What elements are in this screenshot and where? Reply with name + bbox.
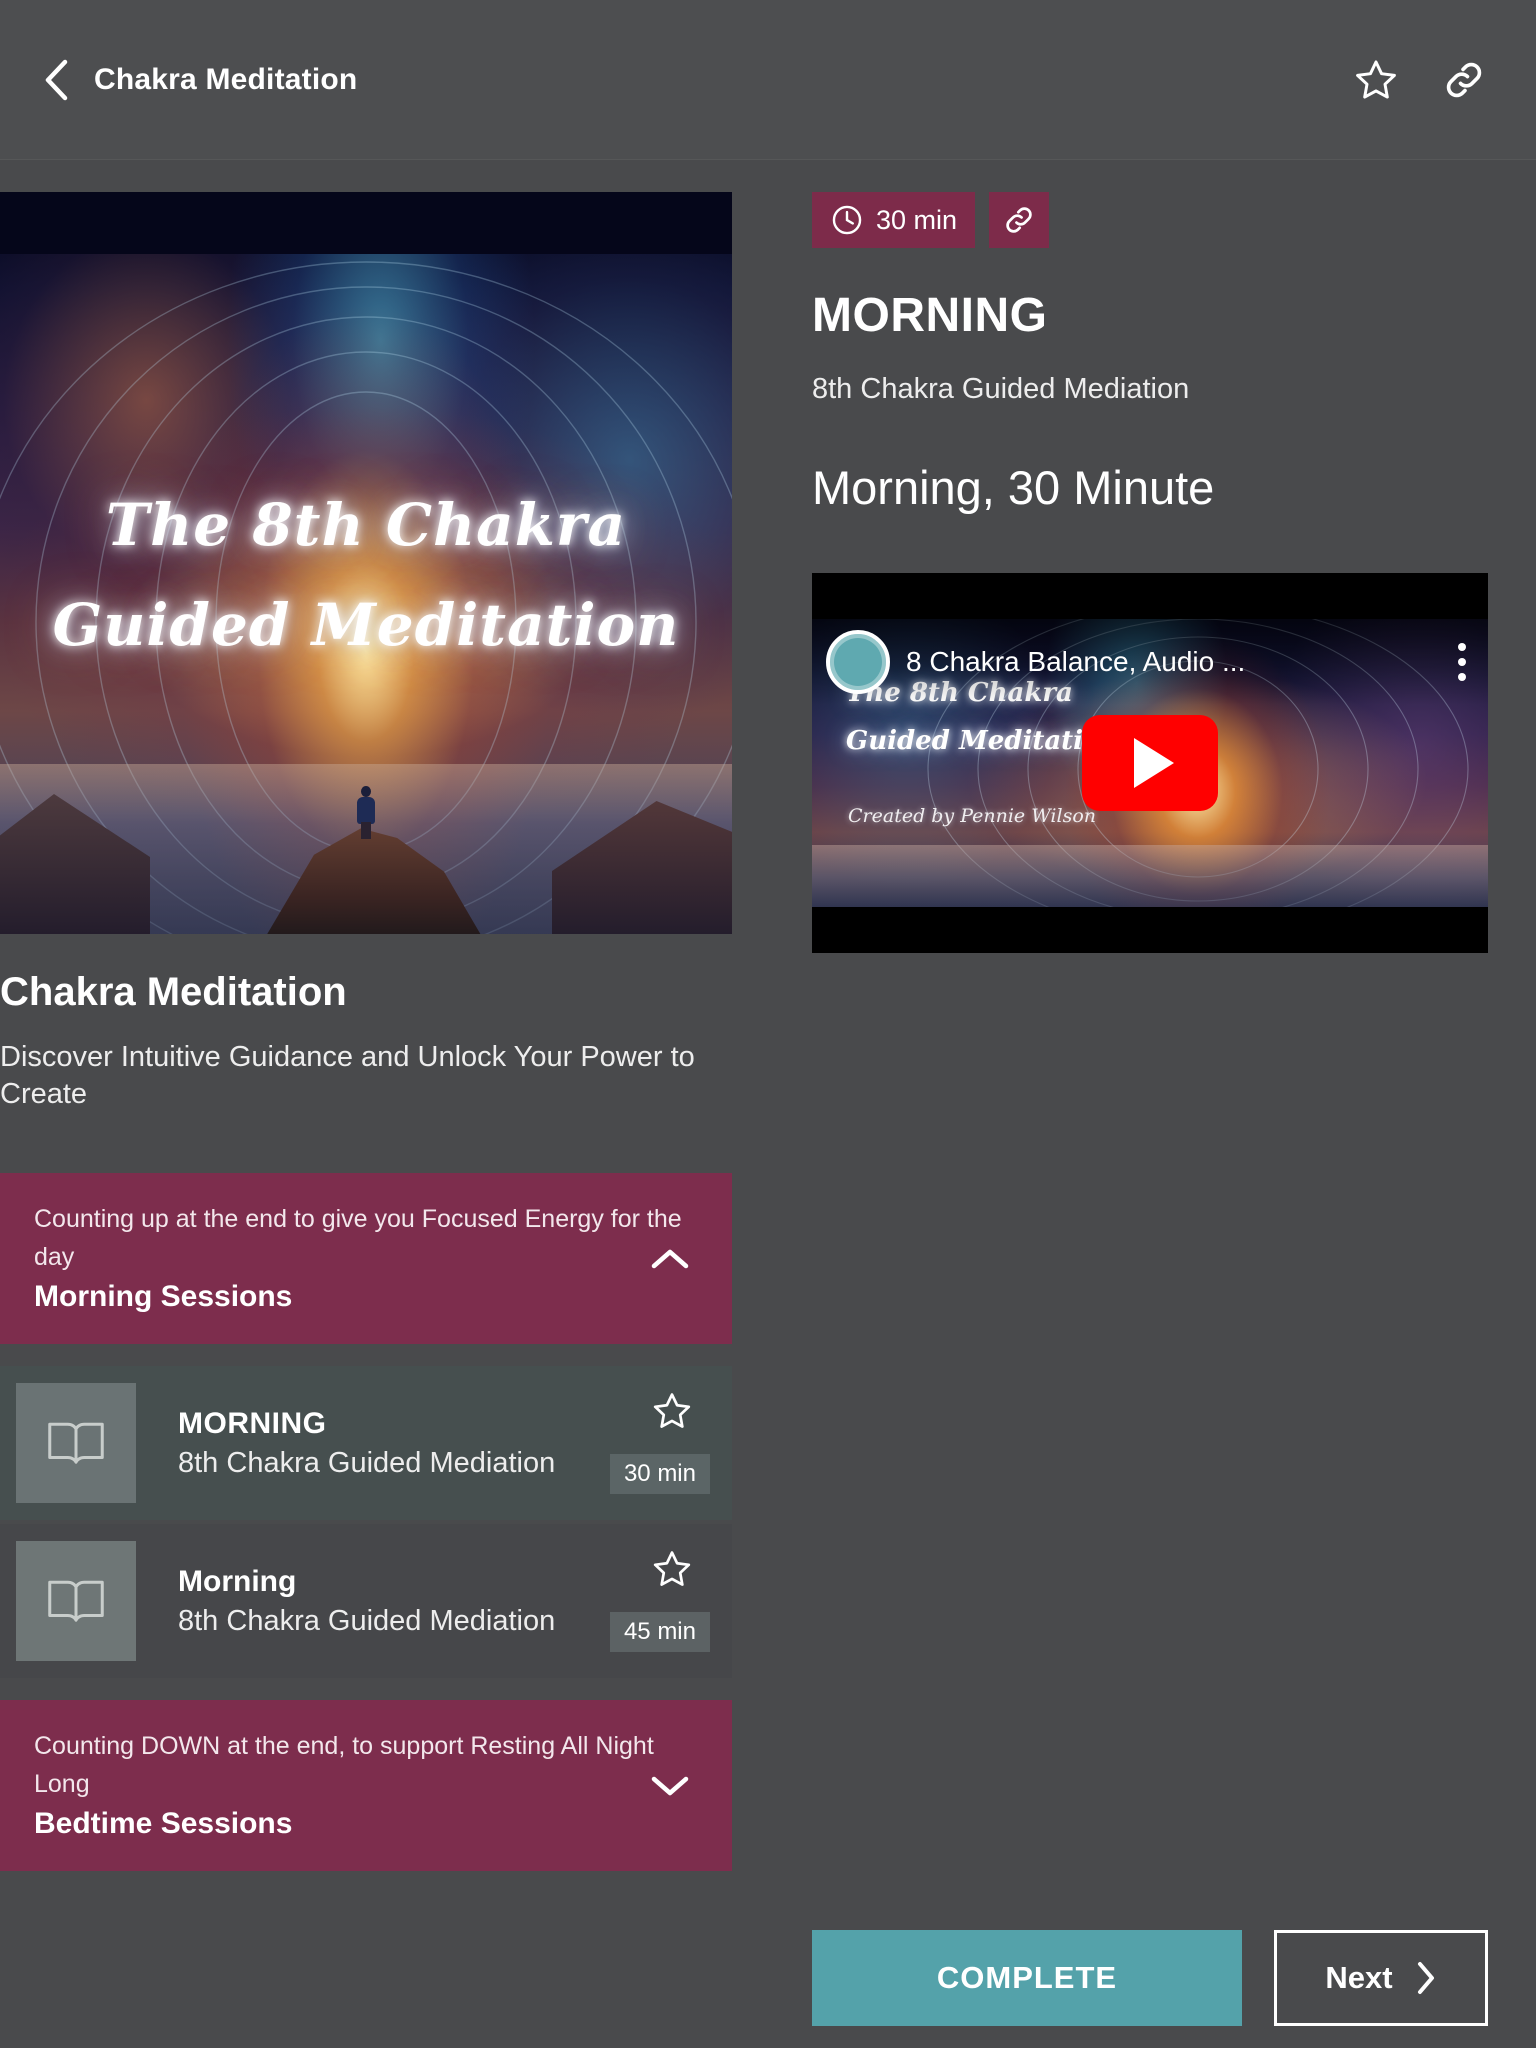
section-header-bedtime-sessions[interactable]: Counting DOWN at the end, to support Res… bbox=[0, 1700, 732, 1872]
session-duration-chip: 30 min bbox=[609, 1454, 710, 1495]
link-icon bbox=[1006, 207, 1032, 233]
youtube-embed[interactable]: The 8th Chakra Guided Meditation Created… bbox=[812, 573, 1488, 953]
back-button[interactable] bbox=[34, 58, 78, 102]
star-outline-icon bbox=[1356, 59, 1396, 99]
session-thumbnail bbox=[16, 1541, 136, 1662]
section-header-morning-sessions[interactable]: Counting up at the end to give you Focus… bbox=[0, 1173, 732, 1345]
youtube-play-button[interactable] bbox=[1082, 715, 1218, 811]
session-title: Morning bbox=[178, 1564, 297, 1598]
section-toggle-morning[interactable] bbox=[648, 1237, 692, 1281]
book-icon bbox=[48, 1422, 104, 1464]
channel-avatar-icon[interactable] bbox=[826, 630, 890, 694]
chevron-left-icon bbox=[45, 59, 68, 100]
left-column: The 8th Chakra Guided Meditation Chakra … bbox=[0, 192, 732, 1872]
session-text: MORNING 8th Chakra Guided Mediation bbox=[178, 1407, 555, 1480]
right-column: 30 min MORNING 8th Chakra Guided Mediati… bbox=[812, 192, 1500, 953]
clock-icon bbox=[832, 205, 862, 235]
duration-badge-label: 30 min bbox=[876, 204, 958, 235]
duration-badge: 30 min bbox=[812, 192, 976, 248]
page-content: The 8th Chakra Guided Meditation Chakra … bbox=[0, 160, 1536, 2048]
session-text: Morning 8th Chakra Guided Mediation bbox=[178, 1565, 555, 1638]
section-title: Bedtime Sessions bbox=[34, 1807, 293, 1841]
youtube-water bbox=[812, 845, 1488, 907]
hero-figure bbox=[357, 786, 375, 839]
page-title: Chakra Meditation bbox=[94, 62, 358, 96]
session-thumbnail bbox=[16, 1383, 136, 1504]
session-headline: MORNING bbox=[812, 289, 1048, 342]
chevron-right-icon bbox=[1417, 1962, 1434, 1994]
chevron-down-icon bbox=[651, 1776, 689, 1795]
star-outline-icon bbox=[653, 1551, 691, 1587]
course-hero-image: The 8th Chakra Guided Meditation bbox=[0, 192, 732, 934]
youtube-top-bar: 8 Chakra Balance, Audio ... bbox=[812, 619, 1488, 705]
book-icon bbox=[48, 1580, 104, 1622]
complete-button[interactable]: COMPLETE bbox=[812, 1930, 1242, 2026]
play-triangle-icon bbox=[1134, 738, 1174, 788]
more-vertical-icon[interactable] bbox=[1458, 643, 1466, 681]
session-share-button[interactable] bbox=[989, 192, 1050, 248]
session-title: MORNING bbox=[178, 1406, 327, 1440]
star-outline-icon bbox=[653, 1393, 691, 1429]
session-description: 8th Chakra Guided Mediation bbox=[812, 373, 1190, 405]
course-title: Chakra Meditation bbox=[0, 970, 347, 1014]
session-subheading: Morning, 30 Minute bbox=[812, 461, 1215, 514]
session-list: MORNING 8th Chakra Guided Mediation 30 m… bbox=[0, 1366, 732, 1679]
section-toggle-bedtime[interactable] bbox=[648, 1764, 692, 1808]
session-duration-chip: 45 min bbox=[609, 1612, 710, 1653]
chevron-up-icon bbox=[651, 1249, 689, 1268]
session-favorite-button[interactable] bbox=[650, 1390, 694, 1434]
app-bar-actions bbox=[1352, 56, 1536, 104]
course-description: Discover Intuitive Guidance and Unlock Y… bbox=[0, 1041, 695, 1111]
hero-letterbox bbox=[0, 192, 732, 254]
youtube-video-title[interactable]: 8 Chakra Balance, Audio ... bbox=[906, 646, 1442, 678]
session-meta-row: 30 min bbox=[812, 192, 1500, 248]
favorite-button[interactable] bbox=[1352, 56, 1400, 104]
link-icon bbox=[1446, 62, 1482, 97]
app-bar-left-group: Chakra Meditation bbox=[0, 58, 357, 102]
session-row-morning-30[interactable]: MORNING 8th Chakra Guided Mediation 30 m… bbox=[0, 1366, 732, 1521]
session-favorite-button[interactable] bbox=[650, 1548, 694, 1592]
section-subtitle: Counting DOWN at the end, to support Res… bbox=[34, 1732, 654, 1798]
section-subtitle: Counting up at the end to give you Focus… bbox=[34, 1205, 682, 1271]
next-button[interactable]: Next bbox=[1274, 1930, 1488, 2026]
footer-actions: COMPLETE Next bbox=[812, 1930, 1500, 2026]
session-row-morning-45[interactable]: Morning 8th Chakra Guided Mediation 45 m… bbox=[0, 1524, 732, 1679]
next-button-label: Next bbox=[1325, 1960, 1393, 1995]
session-subtitle: 8th Chakra Guided Mediation bbox=[178, 1604, 556, 1637]
session-subtitle: 8th Chakra Guided Mediation bbox=[178, 1446, 556, 1479]
share-link-button[interactable] bbox=[1440, 56, 1488, 104]
section-title: Morning Sessions bbox=[34, 1280, 293, 1314]
app-bar: Chakra Meditation bbox=[0, 0, 1536, 160]
